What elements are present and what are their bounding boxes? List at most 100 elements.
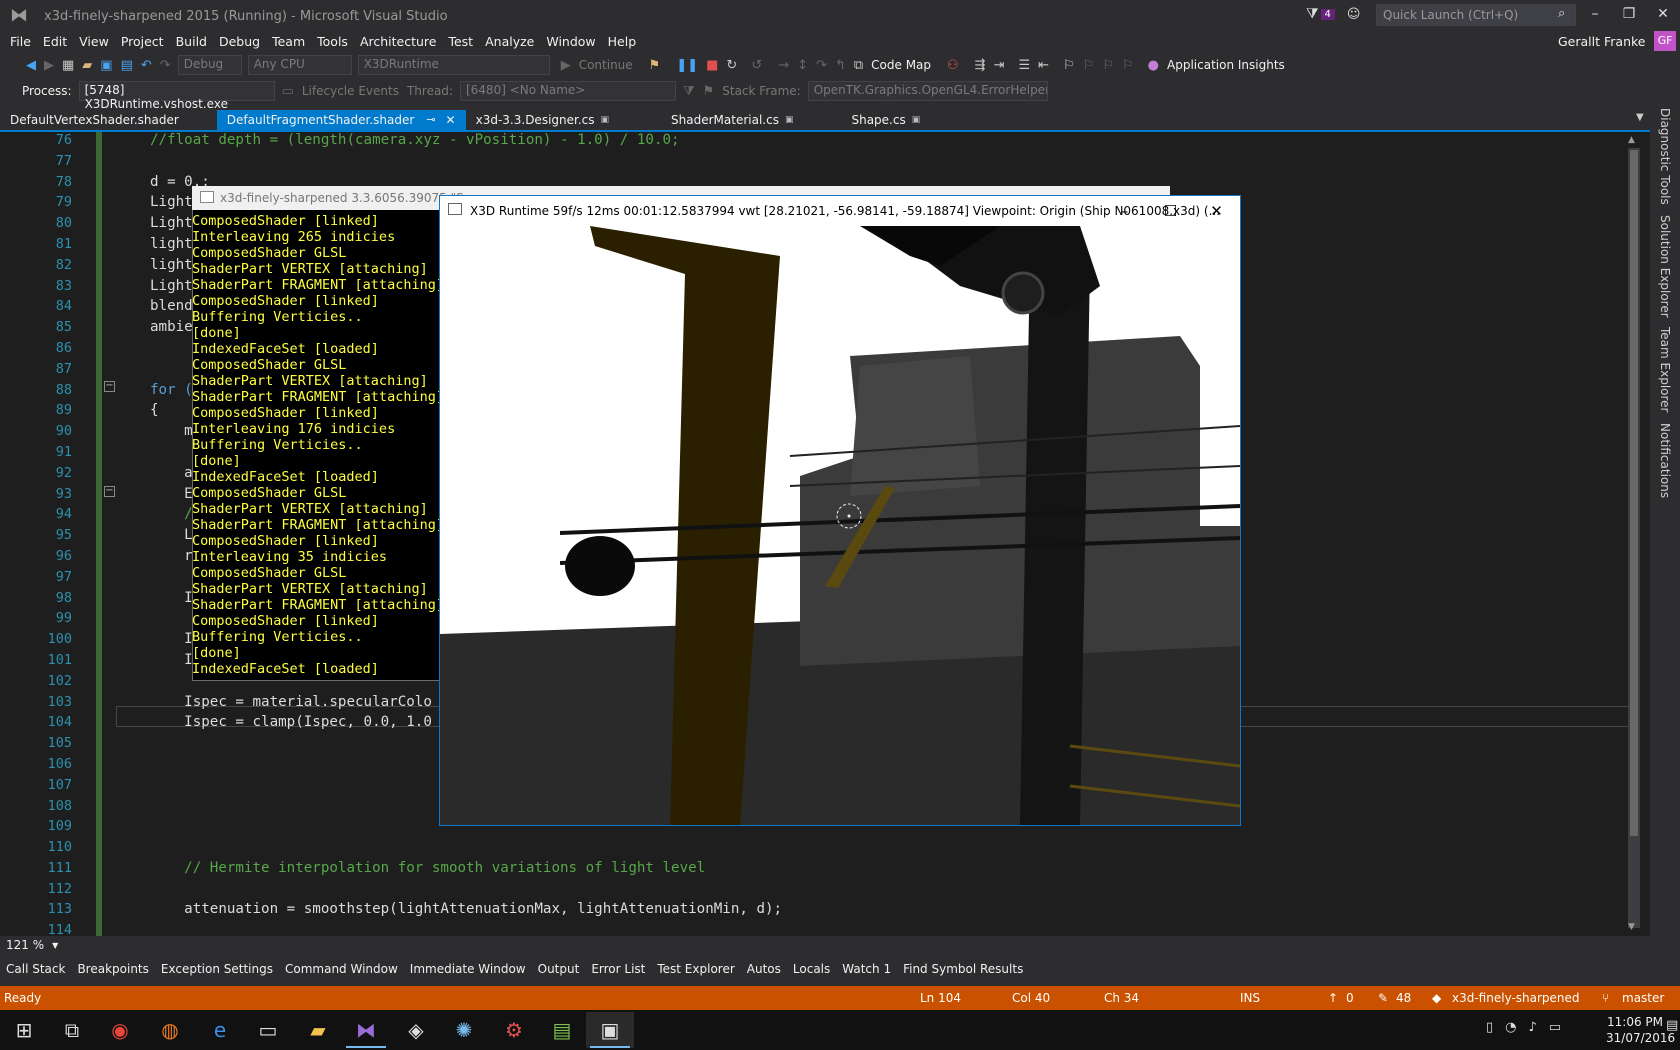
- paint-icon[interactable]: ▤: [538, 1012, 586, 1048]
- tool-tab-find-symbol-results[interactable]: Find Symbol Results: [897, 958, 1029, 980]
- code-line[interactable]: // Hermite interpolation for smooth vari…: [150, 858, 1600, 879]
- pause-icon[interactable]: ❚❚: [676, 58, 698, 73]
- user-name[interactable]: Gerallt Franke: [1558, 34, 1645, 49]
- tool-tab-breakpoints[interactable]: Breakpoints: [71, 958, 154, 980]
- restore-button[interactable]: ❐: [1612, 0, 1646, 30]
- code-line[interactable]: [150, 151, 1600, 172]
- unpublished-commits-count[interactable]: 0: [1346, 991, 1354, 1005]
- lightbulb-icon[interactable]: ●: [1148, 58, 1159, 73]
- code-line[interactable]: [150, 837, 1600, 858]
- list-icon[interactable]: ☰: [1018, 58, 1030, 73]
- code-line[interactable]: [150, 879, 1600, 900]
- notification-area[interactable]: ⧩ 4 ☺: [1306, 6, 1360, 22]
- file-explorer-icon[interactable]: ▰: [294, 1012, 342, 1048]
- tool-tab-test-explorer[interactable]: Test Explorer: [651, 958, 740, 980]
- stop-icon[interactable]: ■: [706, 58, 718, 73]
- tool-tab-autos[interactable]: Autos: [741, 958, 787, 980]
- close-icon[interactable]: ✕: [446, 110, 456, 130]
- tool-tab-immediate-window[interactable]: Immediate Window: [404, 958, 532, 980]
- next-bookmark-icon[interactable]: ⚐: [1102, 58, 1114, 73]
- tool-tab-command-window[interactable]: Command Window: [279, 958, 404, 980]
- outline-collapse-toggle[interactable]: −: [104, 486, 115, 497]
- inkscape-icon[interactable]: ✺: [440, 1012, 488, 1048]
- continue-button[interactable]: Continue: [579, 58, 633, 72]
- menu-build[interactable]: Build: [170, 32, 213, 52]
- prev-bookmark-icon[interactable]: ⚐: [1083, 58, 1095, 73]
- menu-analyze[interactable]: Analyze: [479, 32, 540, 52]
- tool-tab-output[interactable]: Output: [532, 958, 586, 980]
- platform-select[interactable]: Any CPU: [247, 55, 352, 75]
- stack-frame-select[interactable]: OpenTK.Graphics.OpenGL4.ErrorHelper.Cl: [807, 81, 1048, 101]
- minimize-button[interactable]: –: [1578, 0, 1612, 30]
- save-all-icon[interactable]: ▤: [121, 58, 133, 73]
- menu-view[interactable]: View: [73, 32, 115, 52]
- code-line[interactable]: //float depth = (length(camera.xyz - vPo…: [150, 130, 1600, 151]
- undo-icon[interactable]: ↶: [141, 58, 152, 73]
- filter-flag-icon[interactable]: ⧩: [1306, 6, 1319, 22]
- redo-icon[interactable]: ↷: [160, 58, 171, 73]
- battery-icon[interactable]: ▯: [1486, 1020, 1493, 1035]
- step-over-icon[interactable]: ↕: [797, 58, 808, 73]
- tab-x3d-designer[interactable]: x3d-3.3.Designer.cs ▣: [466, 110, 619, 130]
- code-map-icon[interactable]: ⧉: [854, 58, 863, 73]
- thread-select[interactable]: [6480] <No Name>: [459, 81, 676, 101]
- menu-test[interactable]: Test: [442, 32, 479, 52]
- tool-tab-call-stack[interactable]: Call Stack: [0, 958, 71, 980]
- step-back-icon[interactable]: ↰: [835, 58, 846, 73]
- menu-file[interactable]: File: [0, 32, 37, 52]
- keyboard-icon[interactable]: ▭: [1549, 1020, 1561, 1035]
- back-icon[interactable]: ◀: [26, 58, 36, 73]
- network-icon[interactable]: ◔: [1505, 1020, 1516, 1035]
- bookmark-icon[interactable]: ⚐: [1063, 58, 1075, 73]
- chrome-icon[interactable]: ◉: [96, 1012, 144, 1048]
- startup-project-select[interactable]: X3DRuntime: [357, 55, 550, 75]
- code-line[interactable]: attenuation = smoothstep(lightAttenuatio…: [150, 899, 1600, 920]
- lifecycle-icon[interactable]: ▭: [282, 84, 294, 99]
- menu-team[interactable]: Team: [266, 32, 311, 52]
- task-view-icon[interactable]: ⧉: [48, 1012, 96, 1048]
- menu-edit[interactable]: Edit: [37, 32, 73, 52]
- clear-bookmarks-icon[interactable]: ⚐: [1122, 58, 1134, 73]
- menu-window[interactable]: Window: [540, 32, 601, 52]
- firefox-icon[interactable]: ◍: [146, 1012, 194, 1048]
- menu-architecture[interactable]: Architecture: [354, 32, 443, 52]
- search-icon[interactable]: ⌕: [1558, 6, 1565, 21]
- tool-tab-locals[interactable]: Locals: [787, 958, 836, 980]
- menu-debug[interactable]: Debug: [213, 32, 266, 52]
- repo-diamond-icon[interactable]: ◆: [1432, 991, 1441, 1005]
- tool-tab-watch-1[interactable]: Watch 1: [836, 958, 897, 980]
- open-file-icon[interactable]: ▰: [82, 58, 92, 73]
- blender-icon[interactable]: ⚙: [490, 1012, 538, 1048]
- visual-studio-icon[interactable]: ⧓: [342, 1012, 390, 1048]
- up-arrow-icon[interactable]: ↑: [1328, 991, 1338, 1005]
- configuration-select[interactable]: Debug: [177, 55, 242, 75]
- tab-shape[interactable]: Shape.cs ▣: [841, 110, 930, 130]
- tab-shader-material[interactable]: ShaderMaterial.cs ▣: [661, 110, 803, 130]
- branch-name[interactable]: master: [1622, 991, 1664, 1005]
- x3d-close-button[interactable]: ✕: [1194, 196, 1239, 226]
- outline-collapse-toggle[interactable]: −: [104, 381, 115, 392]
- step-into-icon[interactable]: →: [778, 58, 789, 73]
- x3d-minimize-button[interactable]: –: [1102, 196, 1147, 226]
- tab-default-fragment-shader[interactable]: DefaultFragmentShader.shader ⊸ ✕: [216, 110, 466, 130]
- save-icon[interactable]: ▣: [100, 58, 112, 73]
- menu-help[interactable]: Help: [602, 32, 643, 52]
- restart-icon[interactable]: ↻: [726, 58, 737, 73]
- code-map-button[interactable]: Code Map: [871, 58, 931, 72]
- diagnostic-tools-tab[interactable]: Diagnostic Tools: [1658, 108, 1672, 205]
- terminal-icon[interactable]: ▭: [244, 1012, 292, 1048]
- edge-icon[interactable]: e: [196, 1012, 244, 1048]
- x3d-3d-viewport[interactable]: [440, 226, 1240, 825]
- breakpoints-toggle-icon[interactable]: ⚇: [947, 58, 959, 73]
- forward-icon[interactable]: ▶: [44, 58, 54, 73]
- show-next-statement-icon[interactable]: ↺: [751, 58, 762, 73]
- branch-icon[interactable]: ⑂: [1602, 991, 1609, 1005]
- clock[interactable]: 11:06 PM 31/07/2016: [1606, 1014, 1675, 1046]
- scroll-up-icon[interactable]: ▲: [1628, 135, 1635, 145]
- solution-explorer-tab[interactable]: Solution Explorer: [1658, 215, 1672, 318]
- notifications-tab[interactable]: Notifications: [1658, 423, 1672, 498]
- pending-changes-count[interactable]: 48: [1396, 991, 1411, 1005]
- process-select[interactable]: [5748] X3DRuntime.vshost.exe: [78, 81, 275, 111]
- avatar[interactable]: GF: [1654, 31, 1676, 51]
- thread-flag-icon[interactable]: ⚑: [703, 84, 715, 99]
